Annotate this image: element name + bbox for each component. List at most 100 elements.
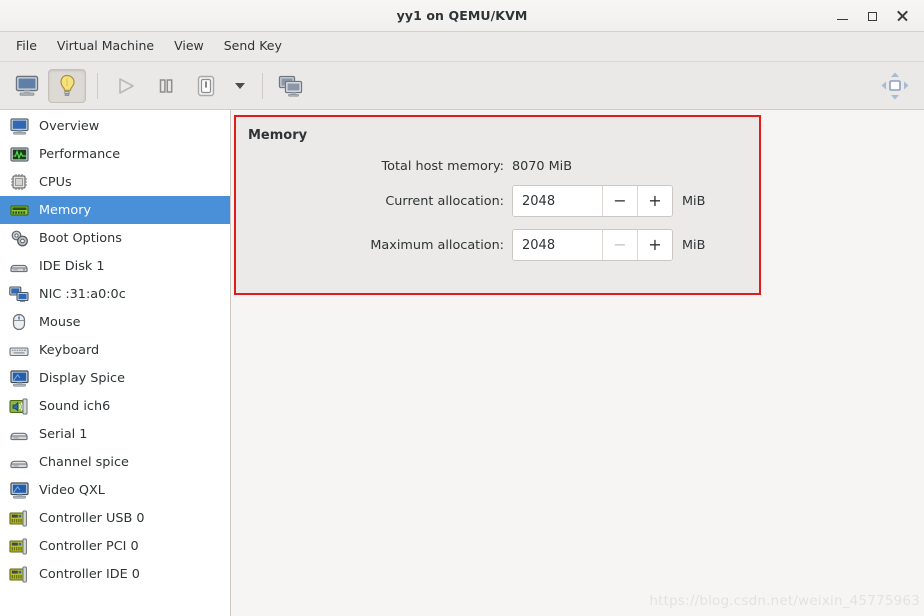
sidebar-item-label: Overview: [39, 118, 100, 134]
total-host-memory-label: Total host memory:: [381, 158, 505, 174]
controller-icon: [8, 508, 30, 528]
pause-icon: [159, 78, 173, 93]
sidebar-item-boot-options[interactable]: Boot Options: [0, 224, 230, 252]
virt-manager-window: yy1 on QEMU/KVM File Virtual Machine Vie…: [0, 0, 924, 616]
sidebar-item-ide-disk-1[interactable]: IDE Disk 1: [0, 252, 230, 280]
current-allocation-row: Current allocation: 2048 − + MiB: [236, 182, 759, 220]
lightbulb-icon: [60, 74, 75, 96]
maximum-allocation-unit: MiB: [682, 237, 706, 253]
memory-form: Total host memory: 8070 MiB Current allo…: [236, 143, 759, 264]
sidebar-item-channel-spice[interactable]: Channel spice: [0, 448, 230, 476]
shutdown-menu-button[interactable]: [227, 69, 253, 103]
sidebar-item-mouse[interactable]: Mouse: [0, 308, 230, 336]
current-allocation-label: Current allocation:: [385, 193, 504, 209]
play-icon: [119, 77, 134, 94]
minimize-icon: [836, 18, 848, 21]
sidebar-item-label: Controller IDE 0: [39, 566, 140, 582]
sidebar-item-performance[interactable]: Performance: [0, 140, 230, 168]
sidebar-item-sound-ich6[interactable]: Sound ich6: [0, 392, 230, 420]
pause-button[interactable]: [147, 69, 185, 103]
sidebar-item-label: Boot Options: [39, 230, 122, 246]
sidebar-item-label: Performance: [39, 146, 121, 162]
maximum-allocation-label: Maximum allocation:: [370, 237, 504, 253]
show-details-button[interactable]: [48, 68, 86, 103]
resize-vm-icon: [881, 72, 909, 99]
toolbar: [0, 62, 924, 110]
sidebar-item-controller-pci-0[interactable]: Controller PCI 0: [0, 532, 230, 560]
sidebar-item-label: Video QXL: [39, 482, 105, 498]
maximum-allocation-increment-button[interactable]: +: [637, 230, 672, 260]
disk-icon: [8, 256, 30, 276]
sidebar-item-nic[interactable]: NIC :31:a0:0c: [0, 280, 230, 308]
menu-virtual-machine[interactable]: Virtual Machine: [47, 36, 164, 57]
menu-file[interactable]: File: [6, 36, 47, 57]
serial-icon: [8, 452, 30, 472]
snapshots-button[interactable]: [272, 69, 310, 103]
maximum-allocation-spinner[interactable]: 2048 − +: [512, 229, 673, 261]
controller-icon: [8, 536, 30, 556]
current-allocation-input[interactable]: 2048: [513, 186, 602, 216]
monitor-icon: [8, 116, 30, 136]
current-allocation-decrement-button[interactable]: −: [602, 186, 637, 216]
sidebar-item-label: Controller PCI 0: [39, 538, 139, 554]
sidebar-item-label: Sound ich6: [39, 398, 111, 414]
sidebar-item-label: Channel spice: [39, 454, 129, 470]
sidebar-item-label: Keyboard: [39, 342, 100, 358]
nic-icon: [8, 284, 30, 304]
mouse-icon: [8, 312, 30, 332]
sidebar-item-label: CPUs: [39, 174, 72, 190]
display-icon: [8, 368, 30, 388]
current-allocation-spinner[interactable]: 2048 − +: [512, 185, 673, 217]
current-allocation-increment-button[interactable]: +: [637, 186, 672, 216]
sidebar-item-video-qxl[interactable]: Video QXL: [0, 476, 230, 504]
watermark: https://blog.csdn.net/weixin_45775963: [649, 593, 920, 609]
total-host-memory-value: 8070 MiB: [512, 158, 573, 174]
gears-icon: [8, 228, 30, 248]
memory-panel: Memory Total host memory: 8070 MiB Curre…: [234, 115, 761, 295]
sidebar-item-label: Controller USB 0: [39, 510, 145, 526]
sidebar-item-controller-usb-0[interactable]: Controller USB 0: [0, 504, 230, 532]
details-pane: Memory Total host memory: 8070 MiB Curre…: [231, 110, 924, 616]
panel-heading: Memory: [248, 128, 308, 143]
close-button[interactable]: [888, 3, 916, 29]
maximum-allocation-input[interactable]: 2048: [513, 230, 602, 260]
titlebar: yy1 on QEMU/KVM: [0, 0, 924, 32]
hardware-list[interactable]: Overview Performance CPUs Memory Boot Op…: [0, 110, 231, 616]
monitor-icon: [15, 75, 39, 96]
keyboard-icon: [8, 340, 30, 360]
sidebar-item-overview[interactable]: Overview: [0, 112, 230, 140]
sidebar-item-label: Memory: [39, 202, 92, 218]
sidebar-item-label: IDE Disk 1: [39, 258, 105, 274]
window-controls: [828, 0, 916, 32]
graph-icon: [8, 144, 30, 164]
sidebar-item-label: Display Spice: [39, 370, 125, 386]
sidebar-item-serial-1[interactable]: Serial 1: [0, 420, 230, 448]
maximize-button[interactable]: [858, 3, 886, 29]
sidebar-item-display-spice[interactable]: Display Spice: [0, 364, 230, 392]
sidebar-item-label: Mouse: [39, 314, 81, 330]
show-console-button[interactable]: [8, 69, 46, 103]
menu-send-key[interactable]: Send Key: [214, 36, 292, 57]
controller-icon: [8, 564, 30, 584]
menu-view[interactable]: View: [164, 36, 214, 57]
sound-icon: [8, 396, 30, 416]
sidebar-item-memory[interactable]: Memory: [0, 196, 230, 224]
maximum-allocation-decrement-button: −: [602, 230, 637, 260]
toolbar-separator-2: [262, 72, 263, 99]
cpu-icon: [8, 172, 30, 192]
run-button[interactable]: [107, 69, 145, 103]
minimize-button[interactable]: [828, 3, 856, 29]
memory-icon: [8, 200, 30, 220]
sidebar-item-controller-ide-0[interactable]: Controller IDE 0: [0, 560, 230, 588]
serial-icon: [8, 424, 30, 444]
chevron-down-icon: [235, 82, 245, 89]
body-area: Overview Performance CPUs Memory Boot Op…: [0, 110, 924, 616]
sidebar-item-cpus[interactable]: CPUs: [0, 168, 230, 196]
fullscreen-button[interactable]: [876, 69, 914, 103]
shutdown-button[interactable]: [187, 69, 225, 103]
toolbar-separator-1: [97, 72, 98, 99]
sidebar-item-label: Serial 1: [39, 426, 88, 442]
current-allocation-unit: MiB: [682, 193, 706, 209]
sidebar-item-keyboard[interactable]: Keyboard: [0, 336, 230, 364]
window-title: yy1 on QEMU/KVM: [396, 8, 528, 23]
